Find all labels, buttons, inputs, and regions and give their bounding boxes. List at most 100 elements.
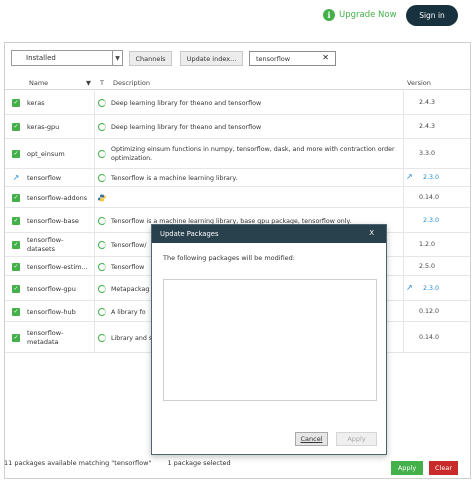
column-divider xyxy=(403,169,404,186)
package-name: tensorflow-metadata xyxy=(27,329,64,346)
package-version: 2.3.0 xyxy=(423,174,440,181)
package-description: Metapackag xyxy=(111,286,150,293)
package-version: 2.4.3 xyxy=(419,123,436,130)
update-mark-icon[interactable]: ↗ xyxy=(12,174,20,182)
column-divider xyxy=(94,115,95,138)
upgrade-arrow-icon: ↗ xyxy=(406,172,413,181)
update-packages-dialog: Update Packages X The following packages… xyxy=(151,224,387,455)
dialog-title-bar: Update Packages xyxy=(152,225,386,243)
column-divider xyxy=(94,276,95,300)
search-input[interactable]: tensorflow ✕ xyxy=(249,51,336,66)
package-description: Optimizing einsum functions in numpy, te… xyxy=(111,146,395,162)
package-name: keras xyxy=(27,99,45,107)
package-name: tensorflow-gpu xyxy=(27,285,76,293)
package-version: 1.2.0 xyxy=(419,241,436,248)
close-icon[interactable]: X xyxy=(369,229,374,237)
column-header-t[interactable]: T xyxy=(100,79,104,87)
channels-button[interactable]: Channels xyxy=(129,51,172,66)
column-divider xyxy=(94,322,95,352)
filter-select[interactable]: Installed ▼ xyxy=(11,50,123,66)
checkbox-checked-icon[interactable]: ✓ xyxy=(12,285,20,293)
checkbox-checked-icon[interactable]: ✓ xyxy=(12,308,20,316)
info-icon: i xyxy=(323,9,335,21)
column-header-name[interactable]: Name xyxy=(29,79,48,87)
selected-count: 1 package selected xyxy=(167,459,231,467)
sign-in-button[interactable]: Sign in xyxy=(406,5,458,26)
package-status-icon xyxy=(98,123,106,131)
column-divider xyxy=(403,257,404,275)
column-divider xyxy=(403,187,404,207)
package-version: 0.12.0 xyxy=(419,308,440,315)
package-description: Deep learning library for theano and ten… xyxy=(111,100,262,107)
package-version: 2.4.3 xyxy=(419,99,436,106)
table-row[interactable]: ↗ tensorflow Tensorflow is a machine learn… xyxy=(5,169,470,187)
package-name: tensorflow-base xyxy=(27,217,79,225)
package-description: Tensorflow/ xyxy=(111,242,147,249)
dialog-cancel-button[interactable]: Cancel xyxy=(295,432,328,446)
package-description: Tensorflow xyxy=(111,264,145,271)
dialog-apply-button[interactable]: Apply xyxy=(336,432,377,446)
package-name: tensorflow-hub xyxy=(27,308,76,316)
packages-toolbar: Installed ▼ Channels Update index... ten… xyxy=(5,43,470,73)
package-status-icon xyxy=(98,150,106,158)
modified-packages-list[interactable] xyxy=(163,279,377,401)
checkbox-checked-icon[interactable]: ✓ xyxy=(12,99,20,107)
checkbox-checked-icon[interactable]: ✓ xyxy=(12,217,20,225)
package-status-icon xyxy=(98,99,106,107)
column-divider xyxy=(403,301,404,321)
package-status-icon xyxy=(98,241,106,249)
checkbox-checked-icon[interactable]: ✓ xyxy=(12,123,20,131)
sort-icon[interactable]: ▼ xyxy=(86,79,91,87)
package-status-icon xyxy=(98,174,106,182)
package-name: tensorflow xyxy=(27,174,62,182)
table-row[interactable]: ✓ tensorflow-addons 0.14.0 xyxy=(5,187,470,208)
package-status-icon xyxy=(98,263,106,271)
checkbox-checked-icon[interactable]: ✓ xyxy=(12,150,20,158)
column-divider xyxy=(94,187,95,207)
package-version: 2.5.0 xyxy=(419,263,436,270)
package-status-icon xyxy=(98,308,106,316)
column-divider xyxy=(94,91,95,114)
search-input-value: tensorflow xyxy=(256,54,291,63)
table-row[interactable]: ✓ opt_einsum Optimizing einsum functions i… xyxy=(5,139,470,169)
package-version: 2.3.0 xyxy=(423,285,440,292)
table-header: Name ▼ T Description Version xyxy=(5,75,470,90)
top-bar: i Upgrade Now Sign in xyxy=(0,0,474,35)
package-name: opt_einsum xyxy=(27,150,65,158)
upgrade-now-link[interactable]: i Upgrade Now xyxy=(323,9,397,21)
update-index-button[interactable]: Update index... xyxy=(180,51,243,66)
package-description: Library and s xyxy=(111,335,153,342)
column-divider xyxy=(403,208,404,232)
column-divider xyxy=(94,301,95,321)
column-divider xyxy=(94,169,95,186)
python-icon xyxy=(98,194,106,202)
package-version: 3.3.0 xyxy=(419,150,436,157)
package-status-icon xyxy=(98,285,106,293)
matching-count: 11 packages available matching "tensorfl… xyxy=(4,459,152,467)
dialog-message: The following packages will be modified: xyxy=(163,254,295,262)
apply-button[interactable]: Apply xyxy=(391,461,423,475)
package-description: Deep learning library for theano and ten… xyxy=(111,124,262,131)
table-row[interactable]: ✓ keras-gpu Deep learning library for thea… xyxy=(5,115,470,139)
package-version: 0.14.0 xyxy=(419,194,440,201)
table-row[interactable]: ✓ keras Deep learning library for theano a… xyxy=(5,91,470,115)
column-divider xyxy=(94,139,95,168)
column-divider xyxy=(403,322,404,352)
checkbox-checked-icon[interactable]: ✓ xyxy=(12,241,20,249)
column-header-version[interactable]: Version xyxy=(407,79,431,87)
chevron-down-icon[interactable]: ▼ xyxy=(112,51,122,65)
checkbox-checked-icon[interactable]: ✓ xyxy=(12,194,20,202)
upgrade-label: Upgrade Now xyxy=(339,10,397,20)
clear-button[interactable]: Clear xyxy=(429,461,458,475)
clear-search-icon[interactable]: ✕ xyxy=(322,53,329,62)
checkbox-checked-icon[interactable]: ✓ xyxy=(12,263,20,271)
status-bar: 11 packages available matching "tensorfl… xyxy=(4,459,245,467)
column-header-description[interactable]: Description xyxy=(113,79,150,87)
column-divider xyxy=(94,208,95,232)
filter-select-value: Installed xyxy=(26,54,56,62)
column-divider xyxy=(94,233,95,256)
package-status-icon xyxy=(98,334,106,342)
checkbox-checked-icon[interactable]: ✓ xyxy=(12,334,20,342)
column-divider xyxy=(403,91,404,114)
package-name: tensorflow-datasets xyxy=(27,236,64,253)
